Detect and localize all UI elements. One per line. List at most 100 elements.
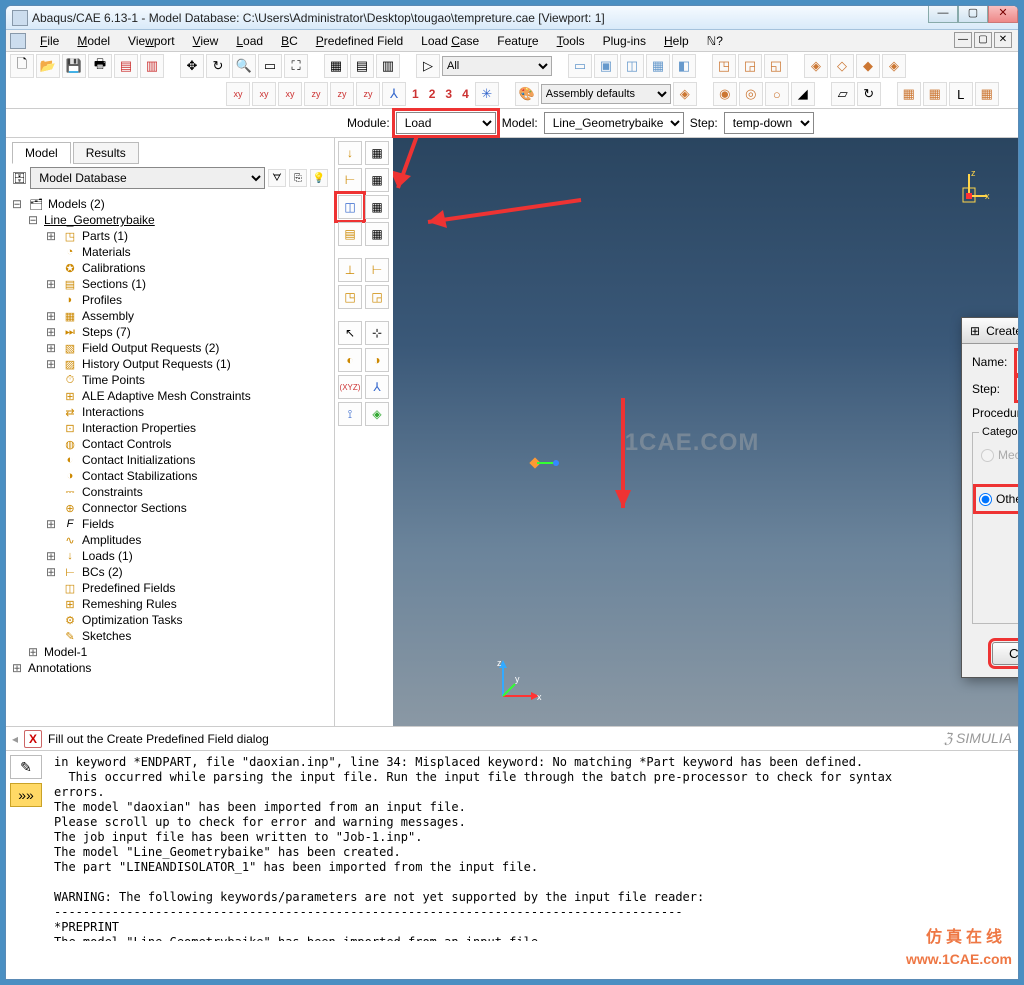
tree-sketches[interactable]: Sketches xyxy=(82,629,131,643)
dialog-titlebar[interactable]: ⊞ Create Predefined Field ✕ xyxy=(962,318,1019,344)
viewport[interactable]: 1CAE.COM x z x z y xyxy=(393,138,1018,726)
o1-icon[interactable]: ◉ xyxy=(713,82,737,106)
o2-icon[interactable]: ◎ xyxy=(739,82,763,106)
num-1[interactable]: 1 xyxy=(408,87,423,101)
tree-steps[interactable]: Steps (7) xyxy=(82,325,131,339)
num-2[interactable]: 2 xyxy=(425,87,440,101)
tool-datum2[interactable]: ⊢ xyxy=(365,258,389,282)
mdb-select[interactable]: Model Database xyxy=(30,167,265,189)
menu-feature[interactable]: Feature xyxy=(489,32,546,50)
filter-icon[interactable]: ᗊ xyxy=(268,169,286,187)
tree-assembly[interactable]: Assembly xyxy=(82,309,134,323)
step-select[interactable]: temp-down xyxy=(724,112,814,134)
persp-icon[interactable]: ▱ xyxy=(831,82,855,106)
rotate-icon[interactable]: ↻ xyxy=(206,54,230,78)
pattern-icon[interactable]: ▤ xyxy=(350,54,374,78)
tab-results[interactable]: Results xyxy=(73,142,139,164)
mdi-restore-button[interactable]: ▢ xyxy=(974,32,992,48)
tool-misc1[interactable]: ⟟ xyxy=(338,402,362,426)
menu-predefined-field[interactable]: Predefined Field xyxy=(308,32,411,50)
view5-icon[interactable]: ◧ xyxy=(672,54,696,78)
ann2-icon[interactable]: ▦ xyxy=(923,82,947,106)
tool-bc-manager[interactable]: ▦ xyxy=(365,168,389,192)
tool-loadcase-manager[interactable]: ▦ xyxy=(365,222,389,246)
tree-intprops[interactable]: Interaction Properties xyxy=(82,421,196,435)
menu-file[interactable]: File xyxy=(32,32,67,50)
tree-remesh[interactable]: Remeshing Rules xyxy=(82,597,177,611)
tree-parts[interactable]: Parts (1) xyxy=(82,229,128,243)
tree-loads[interactable]: Loads (1) xyxy=(82,549,133,563)
continue-button[interactable]: Continue... xyxy=(992,642,1019,665)
tool-csys[interactable]: ⅄ xyxy=(365,375,389,399)
iso-icon1[interactable]: ◈ xyxy=(804,54,828,78)
module-select[interactable]: Load xyxy=(396,112,496,134)
tree-predef[interactable]: Predefined Fields xyxy=(82,581,175,595)
tree-fields[interactable]: Fields xyxy=(82,517,114,531)
book2-icon[interactable]: ▥ xyxy=(140,54,164,78)
open-icon[interactable]: 📂 xyxy=(36,54,60,78)
tree-histout[interactable]: History Output Requests (1) xyxy=(82,357,231,371)
tree-amplitudes[interactable]: Amplitudes xyxy=(82,533,141,547)
tree-continit[interactable]: Contact Initializations xyxy=(82,453,195,467)
tool-coord1[interactable]: ◳ xyxy=(338,285,362,309)
palette-icon[interactable]: 🎨 xyxy=(515,82,539,106)
msg-cli-icon[interactable]: »» xyxy=(10,783,42,807)
ann1-icon[interactable]: ▦ xyxy=(897,82,921,106)
tree-ale[interactable]: ALE Adaptive Mesh Constraints xyxy=(82,389,251,403)
tool-predef-manager[interactable]: ▦ xyxy=(365,195,389,219)
tool-att1[interactable]: ◐ xyxy=(338,348,362,372)
tree-sections[interactable]: Sections (1) xyxy=(82,277,146,291)
axis-5-icon[interactable]: zy xyxy=(330,82,354,106)
triad2-icon[interactable]: ✳ xyxy=(475,82,499,106)
tree-fieldout[interactable]: Field Output Requests (2) xyxy=(82,341,219,355)
tool-datum1[interactable]: ⊥ xyxy=(338,258,362,282)
copy-icon[interactable]: ⎘ xyxy=(289,169,307,187)
view2-icon[interactable]: ▣ xyxy=(594,54,618,78)
tree-calibrations[interactable]: Calibrations xyxy=(82,261,145,275)
triad1-icon[interactable]: ⅄ xyxy=(382,82,406,106)
tree-bcs[interactable]: BCs (2) xyxy=(82,565,123,579)
menu-load[interactable]: Load xyxy=(228,32,271,50)
render3-icon[interactable]: ◱ xyxy=(764,54,788,78)
model-tree[interactable]: ⊟🗂Models (2) ⊟Line_Geometrybaike ⊞◳Parts… xyxy=(6,192,334,726)
axis-6-icon[interactable]: zy xyxy=(356,82,380,106)
pan-icon[interactable]: ✥ xyxy=(180,54,204,78)
render2-icon[interactable]: ◲ xyxy=(738,54,762,78)
menu-help[interactable]: Help xyxy=(656,32,697,50)
tree-timepoints[interactable]: Time Points xyxy=(82,373,145,387)
message-log[interactable]: in keyword *ENDPART, file "daoxian.inp",… xyxy=(52,751,1018,941)
visible-objects-select[interactable]: All xyxy=(442,56,552,76)
color-code-select[interactable]: Assembly defaults xyxy=(541,84,671,104)
tool-load-manager[interactable]: ▦ xyxy=(365,141,389,165)
cube-icon[interactable]: ◈ xyxy=(673,82,697,106)
model-select[interactable]: Line_Geometrybaike xyxy=(544,112,684,134)
tool-xyz[interactable]: (XYZ) xyxy=(338,375,362,399)
minimize-button[interactable]: — xyxy=(928,5,958,23)
print-icon[interactable]: 🖶 xyxy=(88,54,112,78)
menu-load-case[interactable]: Load Case xyxy=(413,32,487,50)
close-button[interactable]: ✕ xyxy=(988,5,1018,23)
save-icon[interactable]: 💾 xyxy=(62,54,86,78)
tool-att2[interactable]: ◑ xyxy=(365,348,389,372)
tree-model1[interactable]: Model-1 xyxy=(44,645,87,659)
new-icon[interactable]: 🗋 xyxy=(10,54,34,78)
menu-model[interactable]: Model xyxy=(69,32,118,50)
tree-contctrl[interactable]: Contact Controls xyxy=(82,437,171,451)
o3-icon[interactable]: ○ xyxy=(765,82,789,106)
ann4-icon[interactable]: ▦ xyxy=(975,82,999,106)
tree-opt[interactable]: Optimization Tasks xyxy=(82,613,182,627)
tree-profiles[interactable]: Profiles xyxy=(82,293,122,307)
grid-icon[interactable]: ▥ xyxy=(376,54,400,78)
light-icon[interactable]: 💡 xyxy=(310,169,328,187)
msg-mode-icon[interactable]: ✎ xyxy=(10,755,42,779)
mdi-minimize-button[interactable]: — xyxy=(954,32,972,48)
tab-model[interactable]: Model xyxy=(12,142,71,164)
menu-bc[interactable]: BC xyxy=(273,32,306,50)
tool-create-load[interactable]: ↓ xyxy=(338,141,362,165)
view3-icon[interactable]: ◫ xyxy=(620,54,644,78)
tree-constraints[interactable]: Constraints xyxy=(82,485,143,499)
tree-contstab[interactable]: Contact Stabilizations xyxy=(82,469,197,483)
cycle-icon[interactable]: ↻ xyxy=(857,82,881,106)
num-4[interactable]: 4 xyxy=(458,87,473,101)
tree-models-root[interactable]: Models (2) xyxy=(48,197,105,211)
